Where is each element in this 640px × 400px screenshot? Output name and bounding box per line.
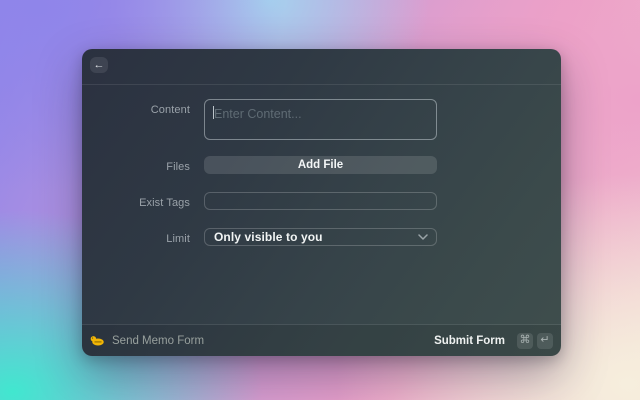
command-key-icon: ⌘ xyxy=(517,332,533,349)
content-label: Content xyxy=(150,104,190,116)
footer-app-info: Send Memo Form xyxy=(90,335,204,347)
memo-duck-icon xyxy=(90,335,104,346)
return-key-icon: ↵ xyxy=(537,332,553,349)
content-field-wrap xyxy=(204,99,437,140)
submit-form-action[interactable]: Submit Form ⌘ ↵ xyxy=(434,332,553,349)
add-file-button[interactable]: Add File xyxy=(204,156,437,174)
exist-tags-label: Exist Tags xyxy=(139,197,190,209)
text-caret xyxy=(213,106,214,119)
limit-selected-value: Only visible to you xyxy=(214,230,323,244)
back-button[interactable]: ← xyxy=(90,57,108,73)
header-divider xyxy=(82,84,561,85)
limit-dropdown[interactable]: Only visible to you xyxy=(204,228,437,246)
submit-form-label: Submit Form xyxy=(434,334,505,347)
send-memo-form-window: ← Content Files Add File Exist Tags Limi… xyxy=(82,49,561,356)
form-title: Send Memo Form xyxy=(112,334,205,347)
content-textarea[interactable] xyxy=(204,99,437,140)
left-arrow-icon: ← xyxy=(93,58,105,71)
limit-label: Limit xyxy=(166,233,190,245)
footer-bar: Send Memo Form Submit Form ⌘ ↵ xyxy=(82,325,561,356)
chevron-down-icon xyxy=(418,234,428,240)
exist-tags-input[interactable] xyxy=(204,192,437,210)
files-label: Files xyxy=(166,161,190,173)
